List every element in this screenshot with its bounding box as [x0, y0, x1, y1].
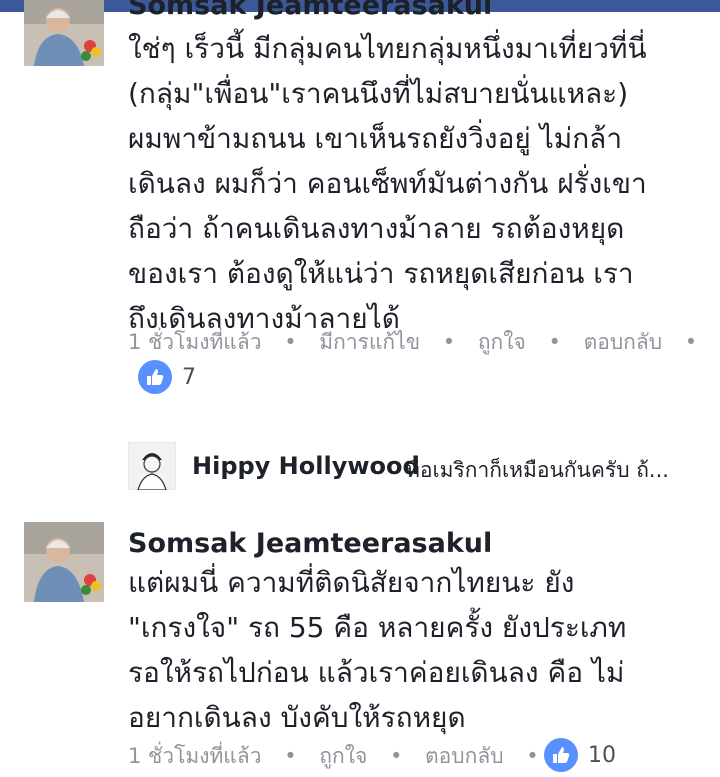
separator: • [684, 330, 698, 354]
like-link[interactable]: ถูกใจ [478, 326, 526, 359]
like-reaction-icon [544, 738, 578, 772]
reactions[interactable]: 10 [544, 738, 616, 772]
reply-author[interactable]: Hippy Hollywood [192, 452, 420, 480]
comment-line: รอให้รถไปก่อน แล้วเราค่อยเดินลง คือ ไม่ [128, 656, 625, 689]
reply-link[interactable]: ตอบกลับ [425, 740, 504, 773]
reply-link[interactable]: ตอบกลับ [584, 326, 663, 359]
separator: • [526, 744, 539, 768]
comment-meta: 1 ชั่วโมงที่แล้ว • มีการแก้ไข • ถูกใจ • … [128, 326, 697, 359]
reply-preview[interactable]: Hippy Hollywood ที่อเมริกาก็เหมือนกันครั… [128, 442, 720, 490]
comment-line: แต่ผมนี่ ความที่ติดนิสัยจากไทยนะ ยัง [128, 566, 575, 599]
comment-author[interactable]: Somsak Jeamteerasakul [128, 528, 492, 559]
timestamp: 1 ชั่วโมงที่แล้ว [128, 744, 262, 768]
comment-author[interactable]: Somsak Jeamteerasakul [128, 0, 492, 21]
comment-line: เดินลง ผมก็ว่า คอนเซ็พท์มันต่างกัน ฝรั่ง… [128, 167, 647, 200]
separator: • [284, 744, 297, 768]
comment-line: อยากเดินลง บังคับให้รถหยุด [128, 701, 466, 734]
separator: • [442, 330, 456, 354]
timestamp: 1 ชั่วโมงที่แล้ว [128, 330, 262, 354]
like-count: 10 [588, 742, 616, 768]
like-reaction-icon [138, 360, 172, 394]
comment-line: ถือว่า ถ้าคนเดินลงทางม้าลาย รถต้องหยุด [128, 212, 625, 245]
comment-line: ผมพาข้ามถนน เขาเห็นรถยังวิ่งอยู่ ไม่กล้า [128, 122, 623, 155]
comment-line: ของเรา ต้องดูให้แน่ว่า รถหยุดเสียก่อน เร… [128, 257, 634, 290]
comment-meta: 1 ชั่วโมงที่แล้ว • ถูกใจ • ตอบกลับ • [128, 740, 551, 773]
separator: • [548, 330, 561, 354]
comment-line: (กลุ่ม"เพื่อน"เราคนนึงที่ไม่สบายนั่นแหละ… [128, 77, 629, 110]
separator: • [389, 744, 403, 768]
like-count: 7 [182, 364, 196, 390]
avatar[interactable] [24, 0, 104, 66]
reply-snippet: ที่อเมริกาก็เหมือนกันครับ ถ้... [406, 458, 669, 482]
like-link[interactable]: ถูกใจ [319, 740, 367, 773]
comment-body: ใช่ๆ เร็วนี้ มีกลุ่มคนไทยกลุ่มหนึ่งมาเที… [128, 26, 708, 341]
reply-avatar [128, 442, 176, 490]
comment-body: แต่ผมนี่ ความที่ติดนิสัยจากไทยนะ ยัง "เก… [128, 560, 708, 740]
comment-line: ใช่ๆ เร็วนี้ มีกลุ่มคนไทยกลุ่มหนึ่งมาเที… [128, 32, 647, 65]
separator: • [284, 330, 297, 354]
avatar[interactable] [24, 522, 104, 602]
reactions[interactable]: 7 [138, 360, 196, 394]
edited-link[interactable]: มีการแก้ไข [319, 326, 420, 359]
comment-line: "เกรงใจ" รถ 55 คือ หลายครั้ง ยังประเภท [128, 611, 627, 644]
